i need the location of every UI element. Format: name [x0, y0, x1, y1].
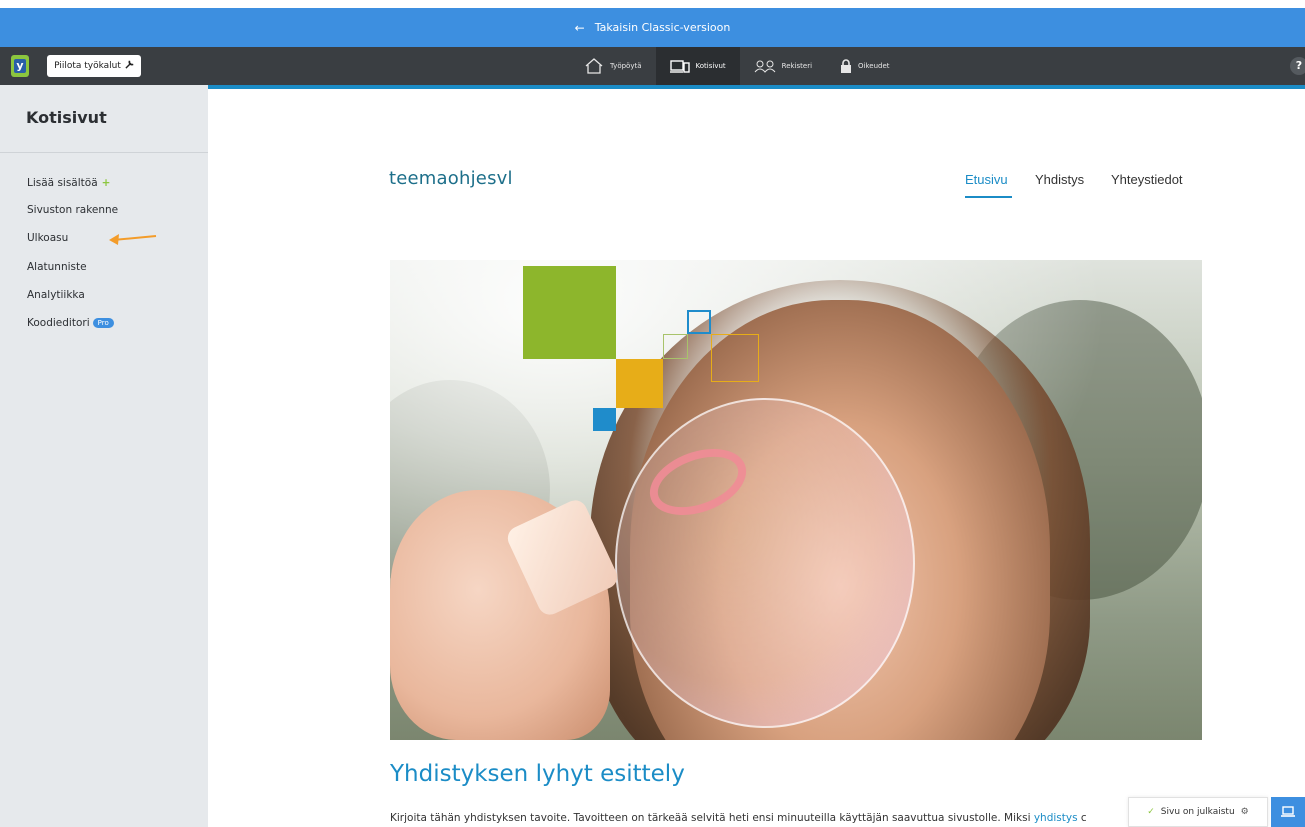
device-preview-button[interactable] [1271, 797, 1305, 827]
sidebar-title: Kotisivut [26, 108, 107, 127]
sidebar-item-analytiikka[interactable]: Analytiikka [27, 289, 85, 301]
top-strip [0, 0, 1305, 8]
back-to-classic-banner[interactable]: ← Takaisin Classic-versioon [0, 8, 1305, 47]
sidebar [0, 85, 208, 827]
sidebar-item-sivuston-rakenne[interactable]: Sivuston rakenne [27, 204, 118, 216]
pro-badge: Pro [92, 318, 114, 328]
soap-bubble [615, 398, 915, 728]
sidebar-divider [0, 152, 208, 153]
nav-item-tyopoyta[interactable]: Työpöytä [570, 47, 656, 85]
site-nav-yhdistys[interactable]: Yhdistys [1035, 172, 1084, 187]
nav-item-label: Rekisteri [781, 62, 813, 70]
people-icon [754, 59, 776, 73]
decor-square-green [523, 266, 616, 359]
devices-icon [669, 59, 690, 73]
content-heading: Yhdistyksen lyhyt esittely [390, 761, 685, 787]
content-intro: Kirjoita tähän yhdistyksen tavoite. Tavo… [390, 812, 1130, 824]
annotation-arrow-icon [108, 231, 158, 250]
check-icon: ✓ [1147, 807, 1155, 817]
hide-tools-button[interactable]: Piilota työkalut [47, 55, 141, 77]
decor-square-yellow [616, 359, 663, 408]
sidebar-item-label: Alatunniste [27, 261, 87, 273]
nav-item-label: Oikeudet [858, 62, 890, 70]
lock-icon [840, 59, 852, 73]
sidebar-item-label: Koodieditori [27, 317, 90, 329]
gear-icon[interactable]: ⚙ [1241, 807, 1249, 817]
sidebar-item-alatunniste[interactable]: Alatunniste [27, 261, 87, 273]
hero-image [390, 260, 1202, 740]
sidebar-item-koodieditori[interactable]: Koodieditori Pro [27, 317, 114, 329]
decor-square-blue [593, 408, 616, 431]
app-logo-letter: y [14, 59, 26, 73]
intro-text: Kirjoita tähän yhdistyksen tavoite. Tavo… [390, 812, 1034, 824]
decor-outline-green [663, 334, 688, 359]
main-nav: Työpöytä Kotisivut Rekisteri Oikeudet [570, 47, 904, 85]
intro-link[interactable]: yhdistys [1034, 812, 1078, 824]
sidebar-item-ulkoasu[interactable]: Ulkoasu [27, 232, 68, 244]
app-logo[interactable]: y [11, 55, 29, 77]
nav-item-kotisivut[interactable]: Kotisivut [655, 47, 740, 85]
nav-item-oikeudet[interactable]: Oikeudet [826, 47, 904, 85]
arrow-left-icon: ← [574, 20, 585, 35]
sidebar-item-label: Lisää sisältöä [27, 177, 98, 189]
wrench-icon [125, 60, 134, 72]
site-logo[interactable]: teemaohjesvl [389, 168, 513, 189]
laptop-icon [1280, 803, 1296, 822]
plus-icon: + [101, 177, 111, 189]
sidebar-item-label: Sivuston rakenne [27, 204, 119, 216]
decor-outline-blue [687, 310, 711, 334]
publish-status[interactable]: ✓ Sivu on julkaistu ⚙ [1128, 797, 1268, 827]
decor-outline-yellow [711, 334, 759, 382]
sidebar-item-label: Ulkoasu [27, 232, 69, 244]
site-nav-etusivu[interactable]: Etusivu [965, 172, 1008, 187]
nav-item-label: Kotisivut [695, 62, 726, 70]
sidebar-item-lisaa-sisaltoa[interactable]: Lisää sisältöä + [27, 177, 110, 189]
hide-tools-label: Piilota työkalut [54, 61, 121, 71]
help-button[interactable]: ? [1290, 57, 1305, 75]
sidebar-item-label: Analytiikka [27, 289, 85, 301]
intro-tail: c [1077, 812, 1087, 824]
publish-status-label: Sivu on julkaistu [1160, 807, 1235, 817]
active-nav-underline [965, 196, 1012, 198]
back-to-classic-label: Takaisin Classic-versioon [594, 21, 731, 34]
site-nav-yhteystiedot[interactable]: Yhteystiedot [1111, 172, 1183, 187]
nav-item-label: Työpöytä [610, 62, 642, 70]
toolbar-accent-bar [208, 85, 1305, 89]
nav-item-rekisteri[interactable]: Rekisteri [740, 47, 826, 85]
home-icon [584, 58, 604, 74]
